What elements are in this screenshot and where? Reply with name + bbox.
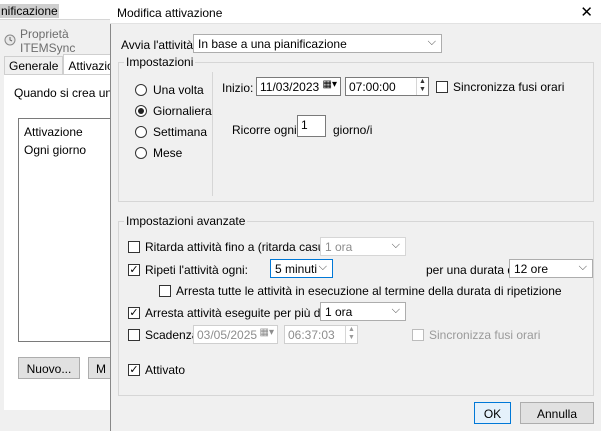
radio-circle xyxy=(135,147,147,159)
duration-select[interactable]: 12 ore ⌵ xyxy=(509,259,593,278)
expire-time-value: 06:37:03 xyxy=(288,328,335,342)
checkbox-box xyxy=(436,81,448,93)
stop-long-tasks-label: Arresta attività eseguite per più di: xyxy=(145,306,327,320)
start-task-value: In base a una pianificazione xyxy=(198,37,347,51)
radio-weekly[interactable]: Settimana xyxy=(135,125,207,139)
stop-all-checkbox[interactable]: Arresta tutte le attività in esecuzione … xyxy=(159,284,562,298)
stop-long-select[interactable]: 1 ora ⌵ xyxy=(320,302,406,321)
start-task-label: Avvia l'attività: xyxy=(121,38,197,52)
delay-task-checkbox[interactable]: Ritarda attività fino a (ritarda casuale… xyxy=(128,240,348,254)
recur-value-field[interactable]: 1 xyxy=(297,115,326,137)
chevron-down-icon: ⌵ xyxy=(391,304,400,316)
chevron-down-icon: ⌵ xyxy=(427,36,436,48)
list-item[interactable]: Ogni giorno xyxy=(19,140,113,160)
expire-checkbox[interactable]: Scadenza: xyxy=(128,328,202,342)
radio-once[interactable]: Una volta xyxy=(135,83,204,97)
chevron-down-icon: ⌵ xyxy=(318,261,327,273)
checkbox-box xyxy=(128,329,140,341)
spinner-arrows-icon[interactable]: ▲ ▼ xyxy=(345,326,357,343)
calendar-dropdown-icon[interactable]: ▦▾ xyxy=(323,79,337,90)
tab-generale[interactable]: Generale xyxy=(4,56,64,74)
spinner-arrows-icon[interactable]: ▲ ▼ xyxy=(416,78,428,95)
duration-label: per una durata di: xyxy=(426,263,521,277)
cancel-button[interactable]: Annulla xyxy=(520,402,594,424)
clock-icon xyxy=(4,34,16,49)
radio-circle xyxy=(135,84,147,96)
background-window-title: nificazione xyxy=(0,0,112,20)
expire-date-value: 03/05/2025 xyxy=(197,328,258,342)
checkbox-box xyxy=(128,241,140,253)
start-label: Inizio: xyxy=(222,81,254,95)
chevron-down-icon: ⌵ xyxy=(391,239,400,251)
checkbox-box xyxy=(412,329,424,341)
new-trigger-button[interactable]: Nuovo... xyxy=(18,357,80,379)
sync-timezones-checkbox[interactable]: Sincronizza fusi orari xyxy=(436,80,564,94)
expire-sync-label: Sincronizza fusi orari xyxy=(429,328,541,342)
enabled-label: Attivato xyxy=(145,363,186,377)
settings-group-label: Impostazioni xyxy=(124,55,196,69)
radio-circle xyxy=(135,126,147,138)
repeat-interval-value: 5 minuti xyxy=(275,262,318,276)
sync-timezones-label: Sincronizza fusi orari xyxy=(453,80,565,94)
expire-sync-checkbox[interactable]: Sincronizza fusi orari xyxy=(412,328,540,342)
dialog-title: Modifica attivazione xyxy=(117,6,223,20)
trigger-list-header: Attivazione xyxy=(24,125,83,139)
radio-label: Settimana xyxy=(153,125,208,139)
repeat-task-label: Ripeti l'attività ogni: xyxy=(145,263,249,277)
check-icon: ✓ xyxy=(128,364,140,376)
delay-select[interactable]: 1 ora ⌵ xyxy=(320,237,406,256)
properties-header: Proprietà ITEMSync xyxy=(4,27,112,55)
radio-label: Giornaliera xyxy=(153,104,212,118)
stop-long-tasks-checkbox[interactable]: ✓ Arresta attività eseguite per più di: xyxy=(128,306,326,320)
recur-unit: giorno/i xyxy=(333,123,373,137)
repeat-interval-select[interactable]: 5 minuti ⌵ xyxy=(270,259,333,278)
radio-circle-selected xyxy=(135,105,147,117)
stop-all-label: Arresta tutte le attività in esecuzione … xyxy=(176,284,562,298)
advanced-group-label: Impostazioni avanzate xyxy=(124,214,248,228)
calendar-dropdown-icon[interactable]: ▦▾ xyxy=(260,327,274,338)
start-time-value: 07:00:00 xyxy=(349,80,396,94)
delay-value: 1 ora xyxy=(325,240,353,254)
start-date-value: 11/03/2023 xyxy=(260,80,320,94)
check-icon: ✓ xyxy=(128,264,140,276)
radio-daily[interactable]: Giornaliera xyxy=(135,104,212,118)
stop-long-value: 1 ora xyxy=(325,305,353,319)
radio-label: Una volta xyxy=(153,83,204,97)
start-task-select[interactable]: In base a una pianificazione ⌵ xyxy=(193,34,442,53)
settings-divider xyxy=(212,72,213,196)
duration-value: 12 ore xyxy=(514,262,549,276)
radio-label: Mese xyxy=(153,146,183,160)
recur-label: Ricorre ogni: xyxy=(232,123,301,137)
delay-task-label: Ritarda attività fino a (ritarda casuale… xyxy=(145,240,348,254)
start-time-field[interactable]: 07:00:00 ▲ ▼ xyxy=(345,77,429,96)
radio-monthly[interactable]: Mese xyxy=(135,146,182,160)
expire-time-field[interactable]: 06:37:03 ▲ ▼ xyxy=(284,325,358,344)
trigger-description: Quando si crea un'att xyxy=(14,86,114,100)
expire-date-field[interactable]: 03/05/2025 ▦▾ xyxy=(193,325,278,344)
check-icon: ✓ xyxy=(128,307,140,319)
enabled-checkbox[interactable]: ✓ Attivato xyxy=(128,363,185,377)
close-icon[interactable]: ✕ xyxy=(580,3,593,21)
trigger-list[interactable]: Attivazione Ogni giorno xyxy=(18,118,114,342)
checkbox-box xyxy=(159,285,171,297)
chevron-down-icon: ⌵ xyxy=(578,261,587,273)
dialog-titlebar: Modifica attivazione ✕ xyxy=(110,0,601,24)
start-date-field[interactable]: 11/03/2023 ▦▾ xyxy=(256,77,341,96)
ok-button[interactable]: OK xyxy=(474,402,511,424)
repeat-task-checkbox[interactable]: ✓ Ripeti l'attività ogni: xyxy=(128,263,248,277)
properties-label: Proprietà ITEMSync xyxy=(20,27,76,55)
